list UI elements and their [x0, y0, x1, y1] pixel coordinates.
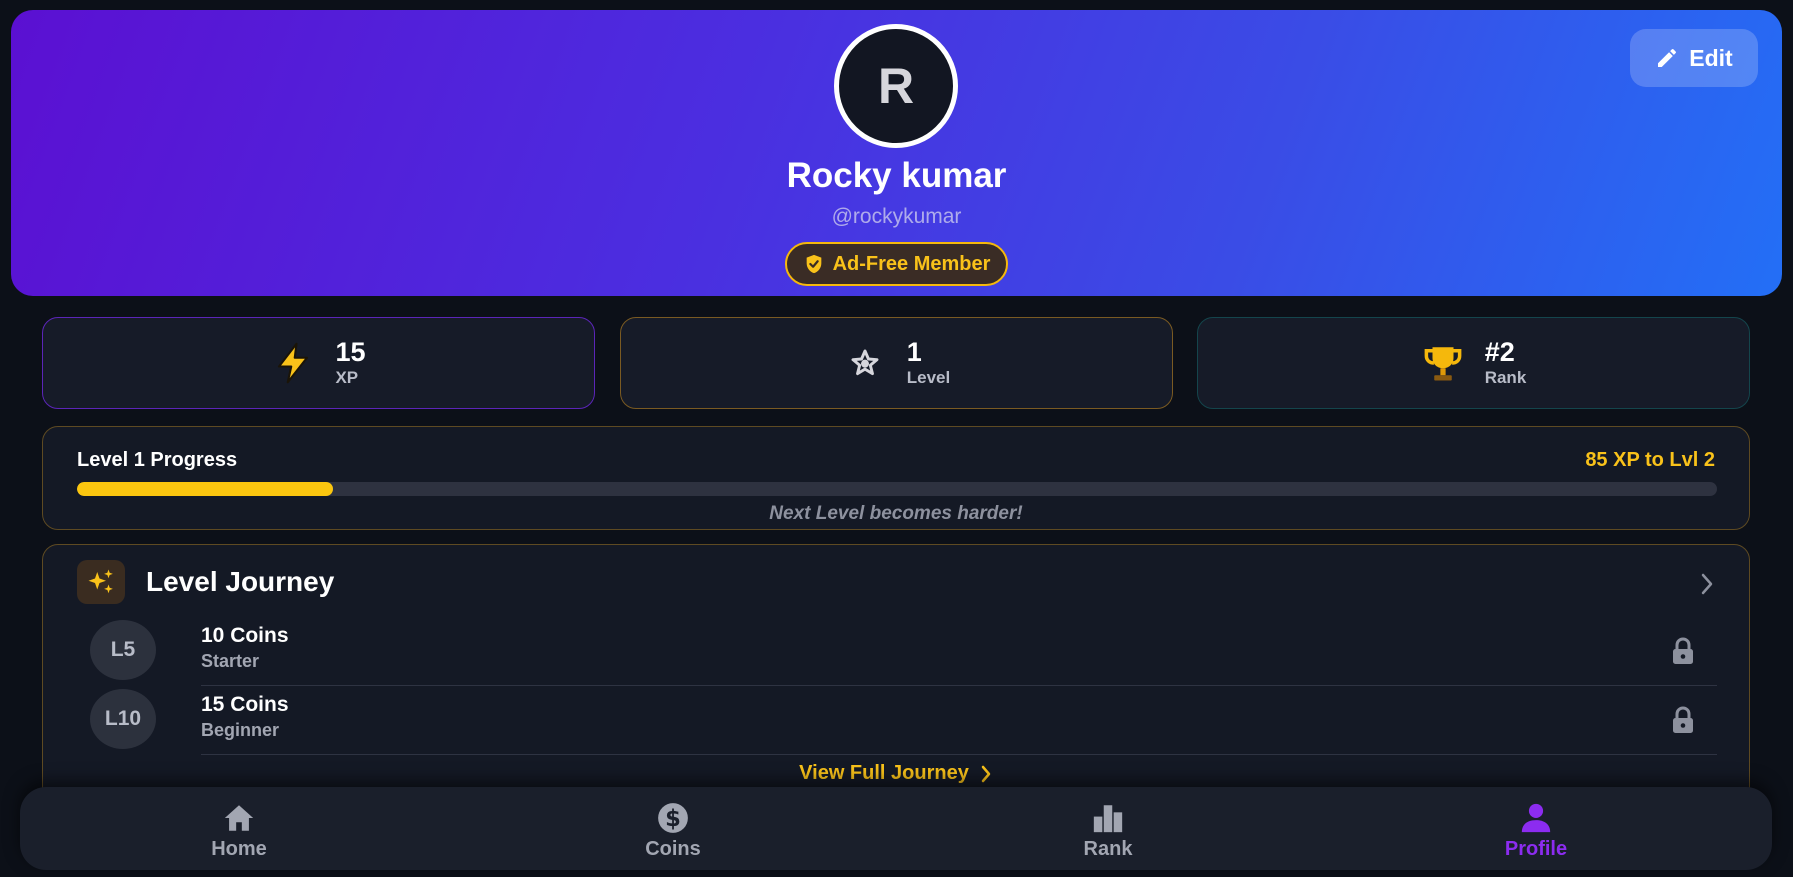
row-divider: [201, 754, 1717, 755]
progress-title: Level 1 Progress: [77, 449, 238, 471]
edit-profile-button[interactable]: Edit: [1630, 29, 1758, 87]
rank-value: #2: [1484, 337, 1515, 368]
bottom-nav: Home $ Coins Rank Profile: [20, 787, 1772, 870]
journey-title: Level Journey: [146, 566, 335, 597]
nav-coins[interactable]: $ Coins: [603, 801, 743, 863]
badge-label: Ad-Free Member: [832, 252, 991, 275]
journey-row: L5 10 Coins Starter: [77, 617, 1717, 686]
nav-rank[interactable]: Rank: [1038, 801, 1178, 863]
chevron-right-icon[interactable]: [1697, 571, 1717, 597]
shield-check-icon: [806, 254, 821, 274]
xp-remaining: 85 XP to Lvl 2: [1585, 449, 1715, 471]
ad-free-badge: Ad-Free Member: [785, 242, 1008, 286]
avatar: R: [834, 24, 958, 148]
xp-value: 15: [335, 337, 366, 368]
rank-stat-card: #2 Rank: [1197, 317, 1750, 409]
reward-label: 10 Coins: [201, 624, 289, 647]
chevron-right-icon: [981, 765, 991, 782]
journey-row: L10 15 Coins Beginner: [77, 686, 1717, 755]
sparkles-icon: [77, 560, 125, 604]
edit-label: Edit: [1689, 44, 1733, 71]
progress-bar-fill: [77, 482, 333, 496]
reward-label: 15 Coins: [201, 693, 289, 716]
home-icon: [224, 805, 254, 831]
lightning-icon: [271, 341, 315, 385]
profile-handle: @rockykumar: [831, 205, 962, 228]
tier-label: Beginner: [201, 720, 280, 740]
profile-icon: [1521, 803, 1551, 833]
progress-bar: [77, 482, 1717, 496]
xp-label: XP: [335, 367, 359, 387]
nav-rank-label: Rank: [1083, 838, 1133, 860]
star-icon: [843, 341, 887, 385]
svg-text:$: $: [665, 806, 681, 832]
nav-profile[interactable]: Profile: [1466, 801, 1606, 863]
level-stat-card: 1 Level: [620, 317, 1173, 409]
level-progress-card: Level 1 Progress 85 XP to Lvl 2 Next Lev…: [42, 426, 1750, 530]
rank-label: Rank: [1484, 367, 1527, 387]
trophy-icon: [1421, 341, 1465, 385]
progress-note: Next Level becomes harder!: [769, 503, 1023, 524]
level-journey-card: Level Journey L5 10 Coins Starter L10 15…: [42, 544, 1750, 804]
lock-icon: [1673, 706, 1693, 733]
rank-icon: [1093, 805, 1123, 833]
profile-name: Rocky kumar: [786, 156, 1007, 195]
xp-stat-card: 15 XP: [42, 317, 595, 409]
view-full-journey-link[interactable]: View Full Journey: [43, 762, 1749, 785]
nav-home[interactable]: Home: [169, 801, 309, 863]
nav-home-label: Home: [211, 838, 267, 860]
nav-coins-label: Coins: [645, 838, 701, 860]
tier-label: Starter: [201, 651, 260, 671]
level-value: 1: [906, 337, 922, 368]
profile-page: R Rocky kumar @rockykumar Ad-Free Member…: [0, 0, 1793, 877]
view-full-label: View Full Journey: [799, 762, 969, 784]
level-label: Level: [906, 367, 951, 387]
lock-icon: [1673, 637, 1693, 664]
level-badge: L10: [90, 689, 156, 749]
level-badge: L5: [90, 620, 156, 680]
coins-icon: $: [658, 803, 688, 833]
pencil-icon: [1658, 49, 1677, 67]
nav-profile-label: Profile: [1504, 838, 1568, 860]
